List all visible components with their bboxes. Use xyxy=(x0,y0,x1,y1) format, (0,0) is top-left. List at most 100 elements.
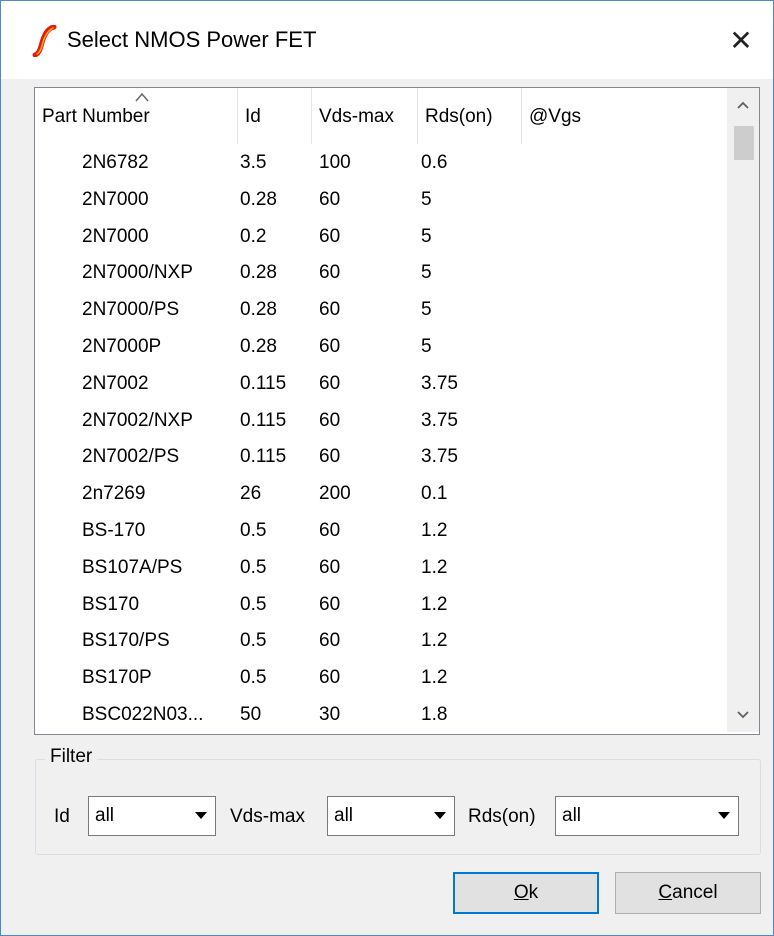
table-cell: 60 xyxy=(319,225,341,247)
table-cell: 0.28 xyxy=(240,336,277,357)
list-rows: 2N6782 3.5 100 0.6 2N7000 0.28 60 5 2N7000 0.2 60 5… xyxy=(35,144,727,732)
table-cell: 26 xyxy=(240,483,262,505)
column-header-id[interactable]: Id xyxy=(238,88,312,144)
filter-vds-value: all xyxy=(334,805,354,826)
dialog-window: Select NMOS Power FET ✕ Part Number Id V… xyxy=(0,0,774,936)
table-cell: 60 xyxy=(319,409,341,431)
table-row[interactable]: 2N7002/NXP 0.115 60 3.75 xyxy=(35,402,727,439)
table-row[interactable]: BS170/PS 0.5 60 1.2 xyxy=(35,622,727,659)
cancel-button[interactable]: Cancel xyxy=(615,872,761,914)
table-cell: 2n7269 xyxy=(82,483,146,505)
column-header-rds-on[interactable]: Rds(on) xyxy=(418,88,522,144)
dropdown-arrow-icon xyxy=(426,797,454,835)
ok-button[interactable]: Ok xyxy=(453,872,599,914)
column-header-label: Rds(on) xyxy=(425,106,493,127)
filter-id-label: Id xyxy=(54,806,70,827)
close-icon: ✕ xyxy=(729,24,753,56)
table-cell: 5 xyxy=(421,225,432,247)
table-row[interactable]: 2N7002/PS 0.115 60 3.75 xyxy=(35,438,727,475)
table-row[interactable]: 2N6782 3.5 100 0.6 xyxy=(35,144,727,181)
table-row[interactable]: BSC022N03... 50 30 1.8 xyxy=(35,696,727,732)
table-row[interactable]: 2N7000 0.28 60 5 xyxy=(35,181,727,218)
table-cell: BS170 xyxy=(82,593,140,615)
table-cell: 1.2 xyxy=(421,593,448,615)
table-row[interactable]: 2N7000/PS 0.28 60 5 xyxy=(35,291,727,328)
table-cell: 2N7000 xyxy=(82,225,149,247)
filter-rds-select[interactable]: all xyxy=(555,796,739,836)
part-list[interactable]: Part Number Id Vds-max Rds(on) @Vgs 2N67… xyxy=(34,87,760,735)
table-cell: 50 xyxy=(240,704,262,725)
table-cell: 0.28 xyxy=(240,262,277,284)
column-header-vgs[interactable]: @Vgs xyxy=(522,88,727,144)
table-cell: 3.75 xyxy=(421,409,458,431)
table-cell: 5 xyxy=(421,188,432,210)
chevron-down-icon xyxy=(737,711,749,719)
table-cell: 0.115 xyxy=(240,409,287,431)
table-cell: 2N7000/NXP xyxy=(82,262,193,284)
table-cell: 0.5 xyxy=(240,667,267,689)
table-cell: 60 xyxy=(319,593,341,615)
table-cell: 100 xyxy=(319,152,351,173)
table-cell: 2N6782 xyxy=(82,152,149,173)
table-row[interactable]: BS170 0.5 60 1.2 xyxy=(35,586,727,623)
table-row[interactable]: 2N7000/NXP 0.28 60 5 xyxy=(35,254,727,291)
table-cell: 5 xyxy=(421,299,432,321)
table-cell: 2N7000 xyxy=(82,188,149,210)
filter-id-value: all xyxy=(95,805,115,826)
window-title: Select NMOS Power FET xyxy=(67,27,317,52)
filter-id-select[interactable]: all xyxy=(88,796,216,836)
dropdown-arrow-icon xyxy=(710,797,738,835)
table-row[interactable]: 2N7002 0.115 60 3.75 xyxy=(35,365,727,402)
table-cell: 2N7000/PS xyxy=(82,299,180,321)
ok-button-label: Ok xyxy=(513,882,539,903)
table-cell: 0.5 xyxy=(240,593,267,615)
vertical-scrollbar[interactable] xyxy=(727,88,759,732)
table-cell: BS170/PS xyxy=(82,630,170,652)
table-cell: 2N7002/NXP xyxy=(82,409,193,431)
table-cell: 0.115 xyxy=(240,372,287,394)
table-cell: 2N7002/PS xyxy=(82,446,180,468)
table-cell: 1.8 xyxy=(421,704,448,725)
scroll-thumb[interactable] xyxy=(734,126,754,160)
column-header-part-number[interactable]: Part Number xyxy=(35,88,238,144)
table-cell: BSC022N03... xyxy=(82,704,204,725)
scroll-up-button[interactable] xyxy=(727,88,759,122)
table-cell: 2N7000P xyxy=(82,336,162,357)
column-header-vds-max[interactable]: Vds-max xyxy=(312,88,418,144)
table-cell: 60 xyxy=(319,299,341,321)
filter-group-label: Filter xyxy=(45,746,98,768)
table-row[interactable]: BS107A/PS 0.5 60 1.2 xyxy=(35,549,727,586)
table-row[interactable]: BS170P 0.5 60 1.2 xyxy=(35,659,727,696)
ltspice-logo-icon xyxy=(32,25,57,57)
dropdown-arrow-icon xyxy=(187,797,215,835)
table-cell: 3.5 xyxy=(240,152,267,173)
filter-vds-select[interactable]: all xyxy=(327,796,455,836)
table-cell: 1.2 xyxy=(421,556,448,578)
table-row[interactable]: BS-170 0.5 60 1.2 xyxy=(35,512,727,549)
table-cell: 60 xyxy=(319,556,341,578)
table-cell: BS-170 xyxy=(82,520,146,541)
table-cell: 2N7002 xyxy=(82,372,149,394)
table-cell: 0.5 xyxy=(240,556,267,578)
table-row[interactable]: 2N7000P 0.28 60 5 xyxy=(35,328,727,365)
table-row[interactable]: 2N7000 0.2 60 5 xyxy=(35,218,727,255)
table-cell: 1.2 xyxy=(421,630,448,652)
column-header-label: @Vgs xyxy=(529,106,582,127)
table-cell: BS170P xyxy=(82,667,152,689)
cancel-button-label: Cancel xyxy=(658,882,718,903)
list-header: Part Number Id Vds-max Rds(on) @Vgs xyxy=(35,88,727,144)
table-cell: 0.28 xyxy=(240,299,277,321)
table-cell: 0.28 xyxy=(240,188,277,210)
table-cell: 3.75 xyxy=(421,446,458,468)
table-cell: 60 xyxy=(319,667,341,689)
close-button[interactable]: ✕ xyxy=(709,1,773,79)
filter-rds-value: all xyxy=(562,805,582,826)
table-cell: 0.2 xyxy=(240,225,267,247)
scroll-down-button[interactable] xyxy=(727,698,759,732)
table-cell: 60 xyxy=(319,630,341,652)
filter-rds-label: Rds(on) xyxy=(468,806,536,827)
title-bar[interactable]: Select NMOS Power FET ✕ xyxy=(1,1,773,79)
column-header-label: Id xyxy=(245,106,261,127)
table-row[interactable]: 2n7269 26 200 0.1 xyxy=(35,475,727,512)
column-header-label: Part Number xyxy=(42,106,150,127)
